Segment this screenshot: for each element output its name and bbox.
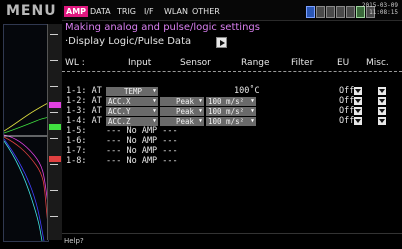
channel-icon <box>336 6 345 18</box>
scale-tick <box>50 190 58 191</box>
waveform-graph <box>3 102 49 242</box>
scale-tick <box>50 138 58 139</box>
header-wl: WL : <box>65 58 85 68</box>
tab-wlan[interactable]: WLAN <box>164 6 188 17</box>
misc-dropdown[interactable] <box>378 117 386 125</box>
scale-tick <box>50 164 58 165</box>
waveform-preview <box>3 24 49 242</box>
range-select[interactable]: 100 m/s² ▼ <box>206 107 256 116</box>
misc-dropdown[interactable] <box>378 87 386 95</box>
input-select[interactable]: ACC.X ▼ <box>106 97 158 106</box>
tab-other[interactable]: OTHER <box>192 6 220 17</box>
tab-amp[interactable]: AMP <box>64 6 89 17</box>
page-subtitle: ·Display Logic/Pulse Data <box>65 36 192 47</box>
table-row: 1-8: --- No AMP --- <box>66 156 396 167</box>
misc-dropdown[interactable] <box>378 107 386 115</box>
play-icon <box>220 40 225 46</box>
input-select[interactable]: ACC.Y ▼ <box>106 107 158 116</box>
date-text: 2015-03-09 <box>361 2 398 9</box>
eu-dropdown[interactable] <box>354 117 362 125</box>
eu-dropdown[interactable] <box>354 87 362 95</box>
input-select[interactable]: ACC.Z ▼ <box>106 117 158 126</box>
chevron-down-icon: ▼ <box>152 108 156 114</box>
scale-tick <box>50 216 58 217</box>
menu-button[interactable]: MENU <box>6 3 57 19</box>
range-select[interactable]: 100 m/s² ▼ <box>206 117 256 126</box>
scale-tick <box>50 112 58 113</box>
channel-marker <box>49 156 61 162</box>
eu-dropdown[interactable] <box>354 97 362 105</box>
input-select[interactable]: TEMP ▼ <box>106 87 158 96</box>
channel-marker <box>49 102 61 108</box>
chevron-down-icon: ▼ <box>152 98 156 104</box>
eu-dropdown[interactable] <box>354 107 362 115</box>
header-misc: Misc. <box>366 58 389 68</box>
tab-bar: AMP DATA TRIG I/F WLAN OTHER 2015-03-09 … <box>62 0 402 21</box>
storage-icon <box>306 6 315 18</box>
chevron-down-icon: ▼ <box>250 108 254 114</box>
channel-marker <box>49 124 61 130</box>
clock: 2015-03-09 11:08:15 <box>362 2 398 16</box>
time-text: 11:08:15 <box>369 9 398 16</box>
chevron-down-icon: ▼ <box>152 118 156 124</box>
sensor-select[interactable]: Peak ▼ <box>160 97 204 106</box>
channel-label: 1-8: <box>66 156 87 166</box>
waveform-strip: MENU <box>0 0 62 249</box>
scale-tick <box>50 60 58 61</box>
help-text[interactable]: Help? <box>64 237 84 245</box>
chevron-down-icon: ▼ <box>152 88 156 94</box>
scale-bar <box>47 24 62 240</box>
tab-data[interactable]: DATA <box>90 6 111 17</box>
play-button[interactable] <box>216 37 227 48</box>
channel-icon <box>346 6 355 18</box>
logger-screen: MENU AMP DATA TRIG I/F WLAN OTHER 2015-0… <box>0 0 402 249</box>
header-filter: Filter <box>291 58 314 68</box>
no-amp-label: --- No AMP --- <box>106 156 178 166</box>
chevron-down-icon: ▼ <box>198 108 202 114</box>
range-select[interactable]: 100 m/s² ▼ <box>206 97 256 106</box>
header-range: Range <box>241 58 270 68</box>
tab-trig[interactable]: TRIG <box>117 6 136 17</box>
chevron-down-icon: ▼ <box>198 98 202 104</box>
sensor-select[interactable]: Peak ▼ <box>160 117 204 126</box>
header-eu: EU <box>337 58 350 68</box>
channel-icon <box>326 6 335 18</box>
chevron-down-icon: ▼ <box>250 98 254 104</box>
header-sensor: Sensor <box>180 58 211 68</box>
sensor-select[interactable]: Peak ▼ <box>160 107 204 116</box>
table-header: WL : Input Sensor Range Filter EU Misc. <box>62 57 402 71</box>
chevron-down-icon: ▼ <box>250 118 254 124</box>
channel-icon <box>316 6 325 18</box>
scale-tick <box>50 34 58 35</box>
header-input: Input <box>128 58 152 68</box>
help-divider <box>62 233 402 234</box>
misc-dropdown[interactable] <box>378 97 386 105</box>
chevron-down-icon: ▼ <box>198 118 202 124</box>
page-title: Making analog and pulse/logic settings <box>65 22 260 33</box>
header-divider <box>62 71 402 73</box>
scale-tick <box>50 86 58 87</box>
tab-if[interactable]: I/F <box>144 6 154 17</box>
